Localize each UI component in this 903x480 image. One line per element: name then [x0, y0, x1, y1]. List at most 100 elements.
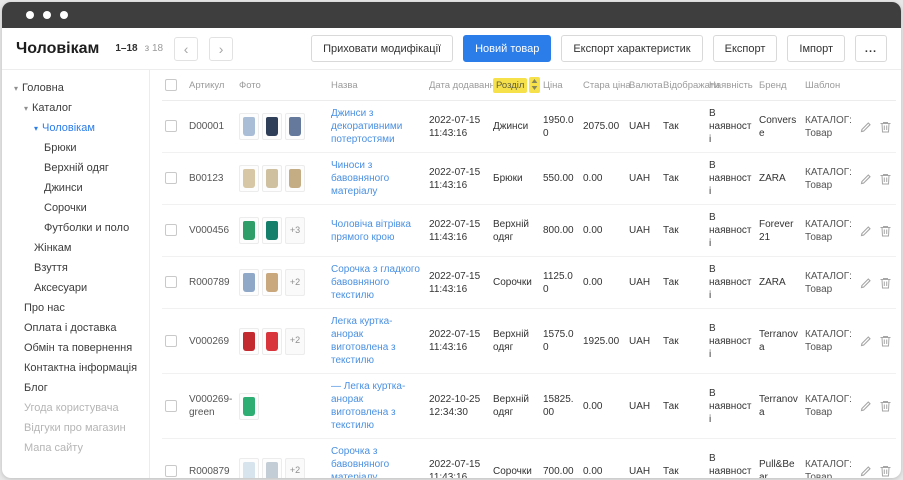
product-name-link[interactable]: Чоловіча вітрівка прямого крою — [331, 218, 423, 244]
date-cell: 2022-07-15 11:43:16 — [426, 205, 490, 257]
edit-icon[interactable] — [860, 277, 872, 289]
sidebar-item[interactable]: Сорочки — [2, 198, 149, 218]
col-template[interactable]: Шаблон — [802, 70, 858, 101]
delete-icon[interactable] — [880, 465, 891, 477]
import-button[interactable]: Імпорт — [787, 35, 845, 62]
col-section[interactable]: Розділ — [490, 70, 540, 101]
price-cell: 1575.00 — [540, 309, 580, 374]
col-photo[interactable]: Фото — [236, 70, 328, 101]
sidebar-item[interactable]: Футболки и поло — [2, 218, 149, 238]
edit-icon[interactable] — [860, 465, 872, 477]
product-name-link[interactable]: — Легка куртка-анорак виготовлена з текс… — [331, 380, 423, 432]
sidebar-item[interactable]: Відгуки про магазин — [2, 418, 149, 438]
window-control-close[interactable] — [26, 11, 34, 19]
table-row: V000269 +2 Легка куртка-анорак виготовле… — [162, 309, 896, 374]
pagination-next-button[interactable]: › — [209, 37, 233, 61]
edit-icon[interactable] — [860, 335, 872, 347]
sidebar-item[interactable]: Мапа сайту — [2, 438, 149, 458]
window-control-maximize[interactable] — [60, 11, 68, 19]
more-photos-badge[interactable]: +2 — [285, 328, 305, 355]
table-header-row: Артикул Фото Назва Дата додавання Розділ… — [162, 70, 896, 101]
row-checkbox[interactable] — [165, 335, 177, 347]
more-photos-badge[interactable]: +2 — [285, 269, 305, 296]
actions-cell — [858, 374, 896, 439]
sidebar-item-label: Чоловікам — [42, 122, 95, 134]
sidebar-item[interactable]: Взуття — [2, 258, 149, 278]
sidebar-item[interactable]: Брюки — [2, 138, 149, 158]
edit-icon[interactable] — [860, 121, 872, 133]
sidebar-item[interactable]: Верхній одяг — [2, 158, 149, 178]
sidebar-item[interactable]: Аксесуари — [2, 278, 149, 298]
sidebar-item[interactable]: Оплата і доставка — [2, 318, 149, 338]
photo-cell: +2 — [236, 439, 328, 479]
col-price[interactable]: Ціна — [540, 70, 580, 101]
template-cell: КАТАЛОГ: Товар — [802, 101, 858, 153]
row-checkbox[interactable] — [165, 465, 177, 477]
sidebar-item[interactable]: Обмін та повернення — [2, 338, 149, 358]
caret-down-icon[interactable]: ▾ — [24, 104, 28, 113]
delete-icon[interactable] — [880, 400, 891, 412]
col-date-added[interactable]: Дата додавання — [426, 70, 490, 101]
sidebar-item[interactable]: Про нас — [2, 298, 149, 318]
template-cell: КАТАЛОГ: Товар — [802, 153, 858, 205]
hide-modifications-button[interactable]: Приховати модифікації — [311, 35, 453, 62]
sorted-column-label[interactable]: Розділ — [493, 78, 527, 93]
more-actions-button[interactable]: ... — [855, 35, 887, 62]
delete-icon[interactable] — [880, 335, 891, 347]
pagination-prev-button[interactable]: ‹ — [174, 37, 198, 61]
row-checkbox[interactable] — [165, 224, 177, 236]
name-cell: — Легка куртка-анорак виготовлена з текс… — [328, 374, 426, 439]
more-photos-badge[interactable]: +3 — [285, 217, 305, 244]
export-characteristics-button[interactable]: Експорт характеристик — [561, 35, 702, 62]
sidebar-item[interactable]: Контактна інформація — [2, 358, 149, 378]
product-name-link[interactable]: Чиноси з бавовняного матеріалу — [331, 159, 423, 198]
more-photos-badge[interactable]: +2 — [285, 458, 305, 479]
select-all-checkbox[interactable] — [165, 79, 177, 91]
sidebar-item[interactable]: ▾ Чоловікам — [2, 118, 149, 138]
new-product-button[interactable]: Новий товар — [463, 35, 551, 62]
sidebar-item[interactable]: ▾Каталог — [2, 98, 149, 118]
edit-icon[interactable] — [860, 173, 872, 185]
product-name-link[interactable]: Легка куртка-анорак виготовлена з тексти… — [331, 315, 423, 367]
edit-icon[interactable] — [860, 400, 872, 412]
col-display[interactable]: Відображати — [660, 70, 706, 101]
photo-cell — [236, 374, 328, 439]
sidebar-item[interactable]: Жінкам — [2, 238, 149, 258]
sidebar-item[interactable]: Джинси — [2, 178, 149, 198]
delete-icon[interactable] — [880, 121, 891, 133]
row-checkbox[interactable] — [165, 400, 177, 412]
sidebar-item[interactable]: ▾Головна — [2, 78, 149, 98]
export-button[interactable]: Експорт — [713, 35, 778, 62]
caret-down-icon[interactable]: ▾ — [14, 84, 18, 93]
brand-cell: ZARA — [756, 257, 802, 309]
row-checkbox[interactable] — [165, 276, 177, 288]
window-control-minimize[interactable] — [43, 11, 51, 19]
row-checkbox[interactable] — [165, 120, 177, 132]
template-cell: КАТАЛОГ: Товар — [802, 439, 858, 479]
row-checkbox[interactable] — [165, 172, 177, 184]
delete-icon[interactable] — [880, 277, 891, 289]
section-cell: Джинси — [490, 101, 540, 153]
col-availability[interactable]: Наявність — [706, 70, 756, 101]
date-cell: 2022-07-15 11:43:16 — [426, 439, 490, 479]
sort-icon[interactable] — [529, 77, 540, 93]
product-name-link[interactable]: Джинси з декоративними потертостями — [331, 107, 423, 146]
pagination-total: з 18 — [145, 43, 164, 54]
col-brand[interactable]: Бренд — [756, 70, 802, 101]
old-price-cell: 0.00 — [580, 153, 626, 205]
name-cell: Сорочка з гладкого бавовняного текстилю — [328, 257, 426, 309]
sidebar-item[interactable]: Угода користувача — [2, 398, 149, 418]
col-old-price[interactable]: Стара ціна — [580, 70, 626, 101]
caret-down-icon[interactable]: ▾ — [34, 124, 38, 133]
date-cell: 2022-07-15 11:43:16 — [426, 153, 490, 205]
delete-icon[interactable] — [880, 225, 891, 237]
delete-icon[interactable] — [880, 173, 891, 185]
edit-icon[interactable] — [860, 225, 872, 237]
sidebar-item[interactable]: Блог — [2, 378, 149, 398]
col-name[interactable]: Назва — [328, 70, 426, 101]
product-name-link[interactable]: Сорочка з бавовняного матеріалу притален… — [331, 445, 423, 478]
product-photo — [262, 328, 282, 355]
col-article[interactable]: Артикул — [186, 70, 236, 101]
col-currency[interactable]: Валюта — [626, 70, 660, 101]
product-name-link[interactable]: Сорочка з гладкого бавовняного текстилю — [331, 263, 423, 302]
